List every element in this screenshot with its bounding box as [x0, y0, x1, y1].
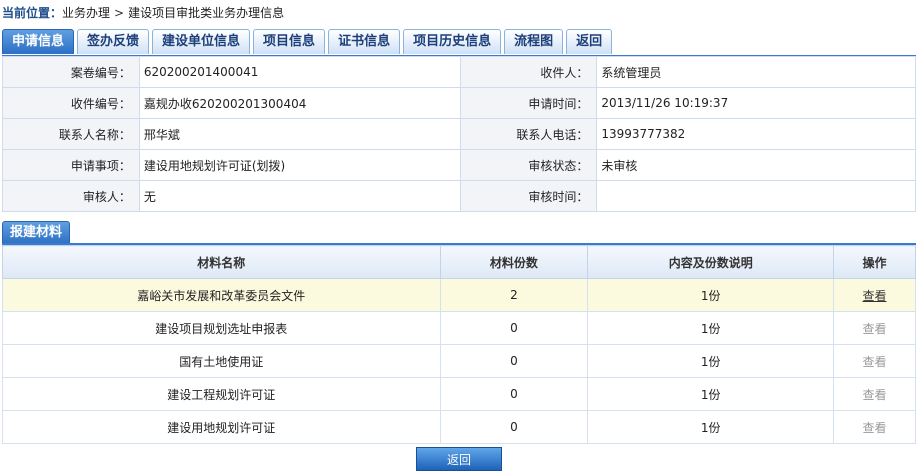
receipt-no-label: 收件编号：: [2, 87, 140, 119]
case-no-label: 案卷编号：: [2, 56, 140, 88]
status-label: 审核状态：: [459, 149, 598, 181]
column-header-description: 内容及份数说明: [587, 245, 835, 279]
material-count: 0: [439, 377, 589, 411]
table-row: 国有土地使用证 0 1份 查看: [2, 344, 916, 378]
breadcrumb-item[interactable]: 业务办理: [62, 6, 110, 20]
material-name: 嘉峪关市发展和改革委员会文件: [2, 278, 441, 312]
reviewer-label: 审核人：: [2, 180, 140, 212]
tab-project-history[interactable]: 项目历史信息: [403, 29, 502, 54]
review-time-label: 审核时间：: [459, 180, 598, 212]
contact-label: 联系人名称：: [2, 118, 140, 150]
material-name: 国有土地使用证: [2, 344, 441, 378]
tab-construction-unit[interactable]: 建设单位信息: [152, 29, 251, 54]
materials-table: 材料名称 材料份数 内容及份数说明 操作 嘉峪关市发展和改革委员会文件 2 1份…: [2, 245, 916, 444]
view-link: 查看: [862, 354, 887, 369]
receipt-no-value: 嘉规办收620200201300404: [138, 87, 461, 119]
column-header-count: 材料份数: [439, 245, 589, 279]
table-row: 嘉峪关市发展和改革委员会文件 2 1份 查看: [2, 278, 916, 312]
phone-label: 联系人电话：: [459, 118, 598, 150]
item-value: 建设用地规划许可证(划拨): [138, 149, 461, 181]
item-label: 申请事项：: [2, 149, 140, 181]
material-count: 0: [439, 344, 589, 378]
materials-header-row: 材料名称 材料份数 内容及份数说明 操作: [2, 245, 916, 279]
tab-bar: 申请信息 签办反馈 建设单位信息 项目信息 证书信息 项目历史信息 流程图 返回: [2, 29, 615, 55]
column-header-name: 材料名称: [2, 245, 441, 279]
material-description: 1份: [587, 344, 835, 378]
view-link: 查看: [862, 420, 887, 435]
application-info-table: 案卷编号： 620200201400041 收件人： 系统管理员 收件编号： 嘉…: [2, 56, 916, 212]
material-name: 建设用地规划许可证: [2, 410, 441, 444]
material-description: 1份: [587, 377, 835, 411]
material-description: 1份: [587, 278, 835, 312]
material-name: 建设项目规划选址申报表: [2, 311, 441, 345]
view-link[interactable]: 查看: [863, 289, 887, 303]
material-name: 建设工程规划许可证: [2, 377, 441, 411]
material-description: 1份: [587, 311, 835, 345]
tab-project-info[interactable]: 项目信息: [253, 29, 326, 54]
breadcrumb-item: 建设项目审批类业务办理信息: [128, 6, 285, 20]
table-row: 建设项目规划选址申报表 0 1份 查看: [2, 311, 916, 345]
contact-value: 邢华斌: [138, 118, 461, 150]
apply-time-value: 2013/11/26 10:19:37: [596, 87, 916, 119]
material-count: 2: [439, 278, 589, 312]
breadcrumb: 当前位置：业务办理 > 建设项目审批类业务办理信息: [2, 4, 284, 22]
tab-application-info[interactable]: 申请信息: [2, 29, 75, 54]
material-description: 1份: [587, 410, 835, 444]
table-row: 建设用地规划许可证 0 1份 查看: [2, 410, 916, 444]
tab-back[interactable]: 返回: [566, 29, 613, 54]
tab-sign-feedback[interactable]: 签办反馈: [77, 29, 150, 54]
table-row: 建设工程规划许可证 0 1份 查看: [2, 377, 916, 411]
case-no-value: 620200201400041: [138, 56, 461, 88]
breadcrumb-separator: >: [114, 6, 125, 20]
back-button[interactable]: 返回: [416, 447, 502, 471]
material-count: 0: [439, 311, 589, 345]
receiver-value: 系统管理员: [596, 56, 916, 88]
materials-section-tab: 报建材料: [2, 221, 71, 244]
phone-value: 13993777382: [596, 118, 916, 150]
review-time-value: [596, 180, 916, 212]
view-link: 查看: [862, 387, 887, 402]
column-header-action: 操作: [833, 245, 916, 279]
receiver-label: 收件人：: [459, 56, 598, 88]
breadcrumb-lead: 当前位置：: [2, 6, 63, 20]
view-link: 查看: [862, 321, 887, 336]
tab-flowchart[interactable]: 流程图: [504, 29, 564, 54]
apply-time-label: 申请时间：: [459, 87, 598, 119]
reviewer-value: 无: [138, 180, 461, 212]
status-value: 未审核: [596, 149, 916, 181]
tab-certificate-info[interactable]: 证书信息: [328, 29, 401, 54]
material-count: 0: [439, 410, 589, 444]
